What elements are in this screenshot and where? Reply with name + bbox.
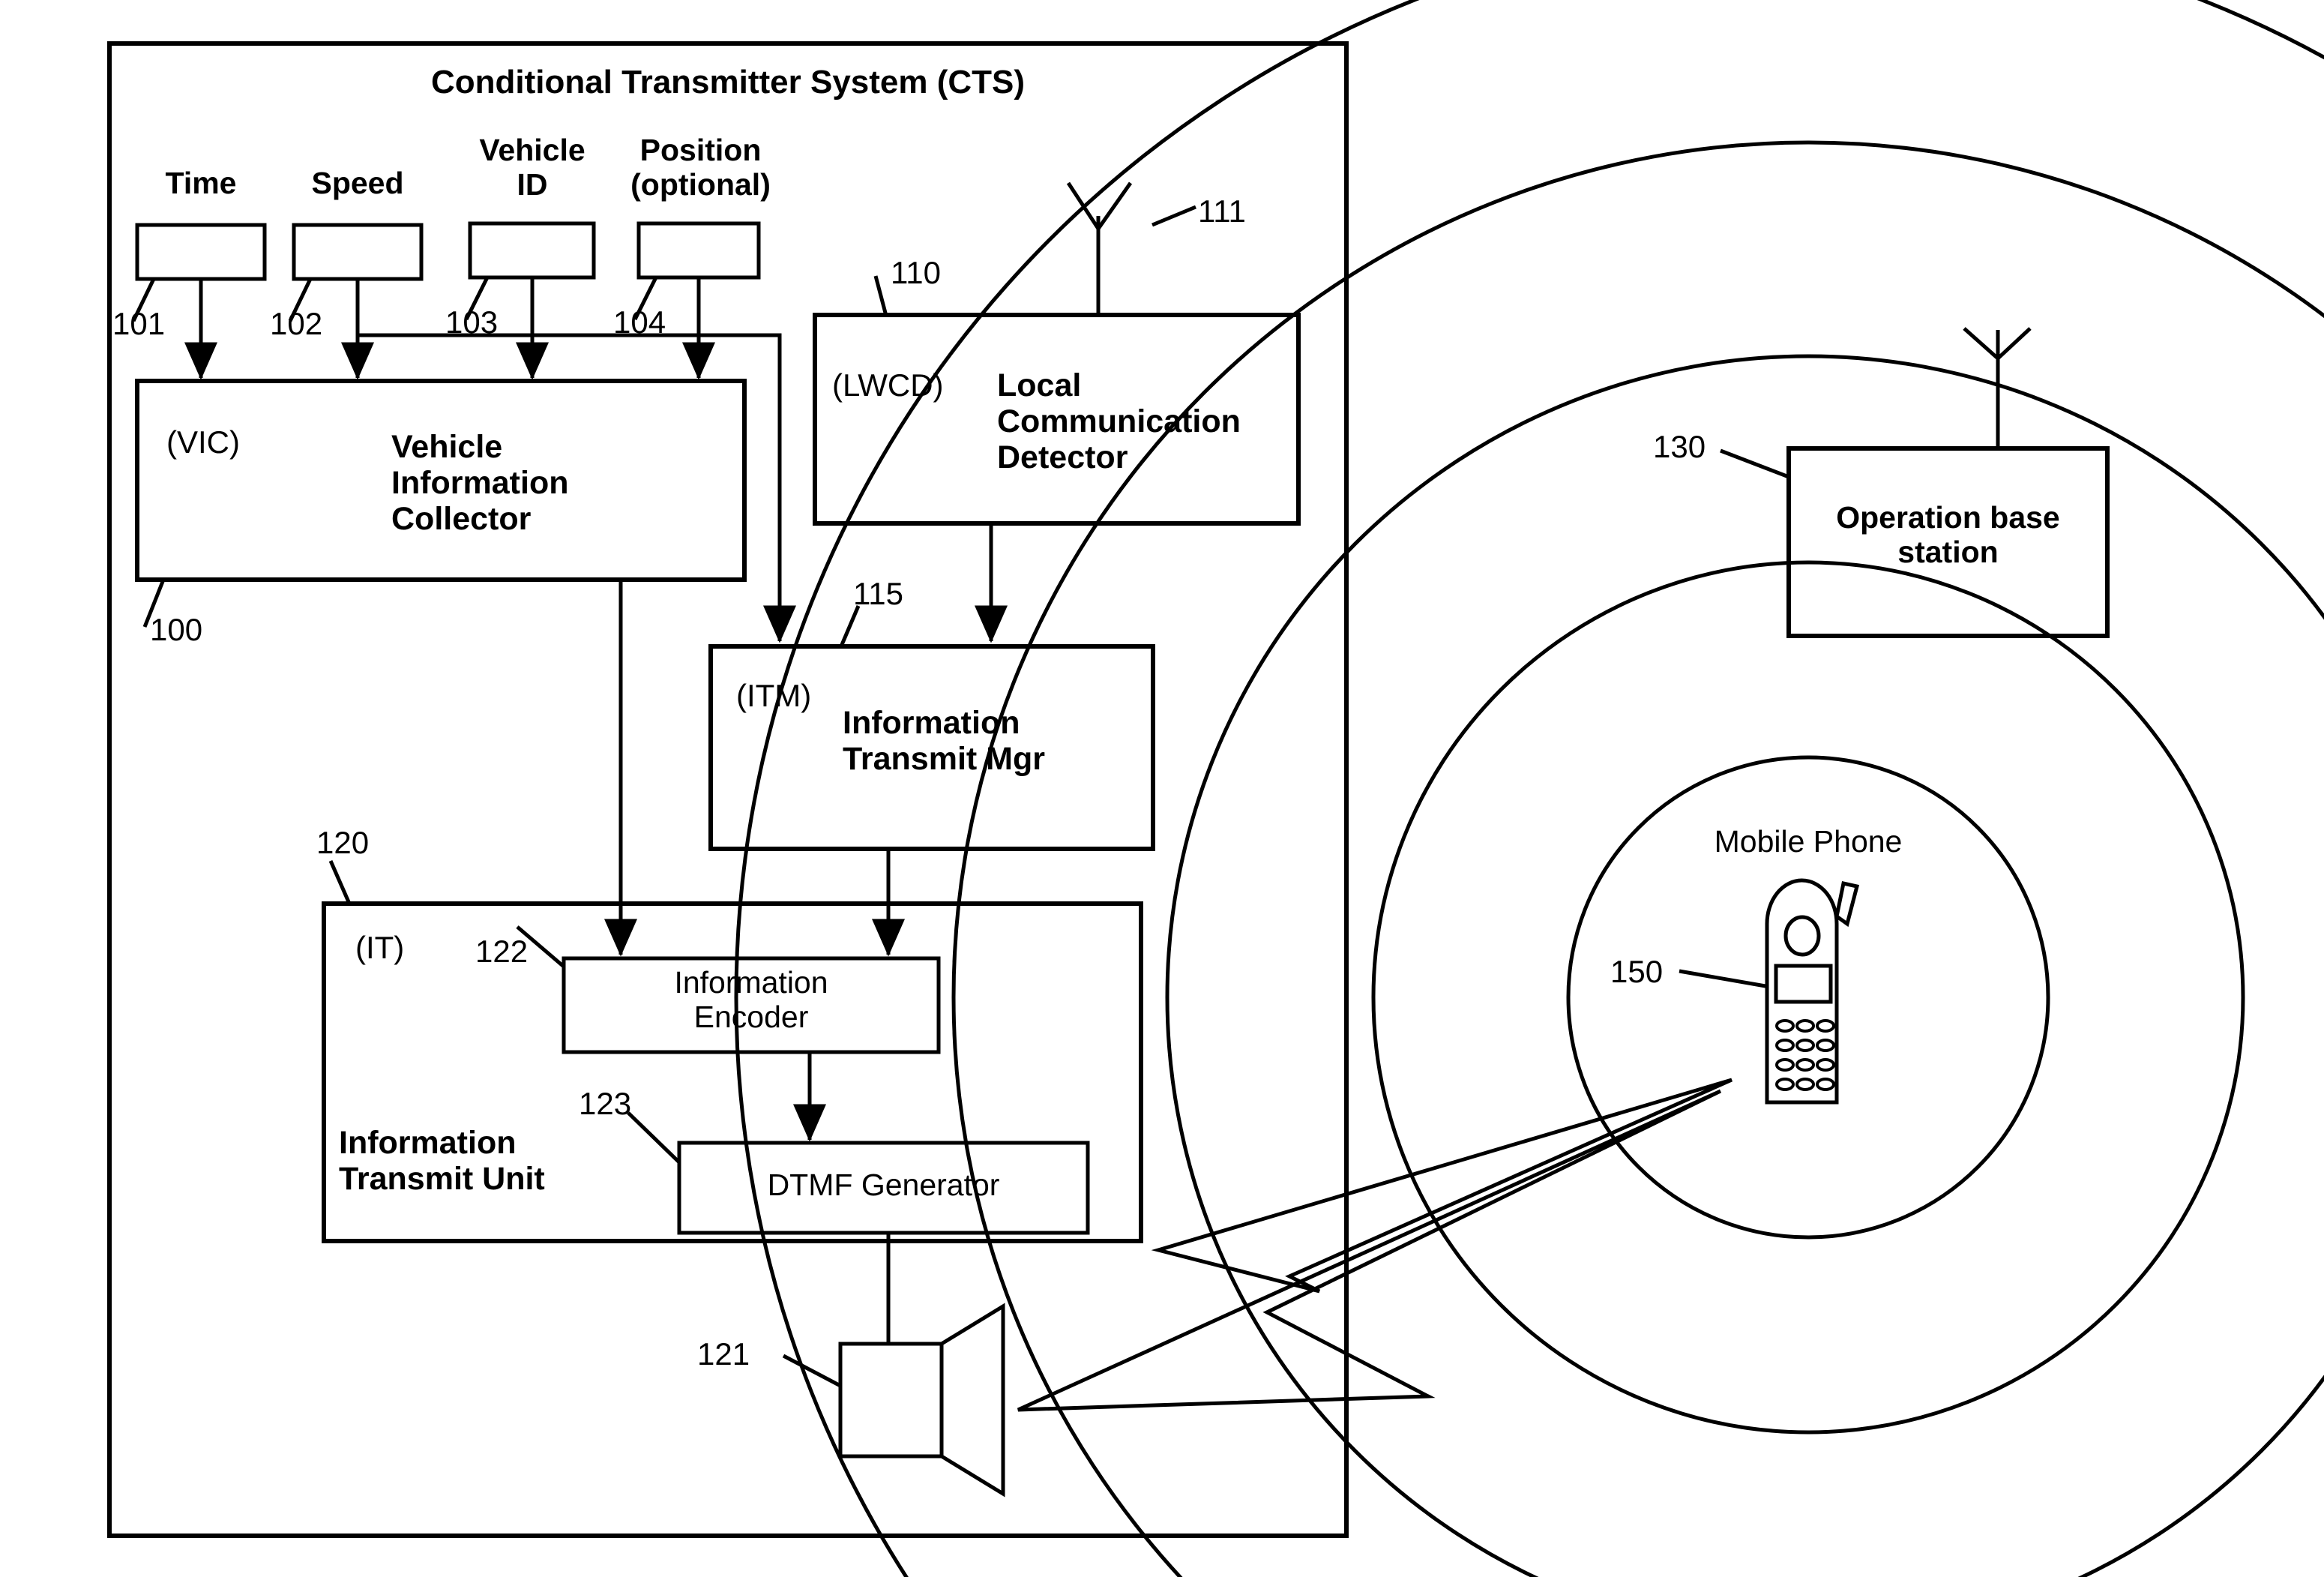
mobile-phone-earpiece — [1783, 915, 1821, 957]
page-title: Conditional Transmitter System (CTS) — [430, 64, 1026, 100]
ref-number-101: 101 — [112, 306, 166, 341]
encoder-block-name: Information Encoder — [674, 965, 828, 1034]
wave-circle-4 — [951, 140, 2324, 1577]
leader-111 — [1152, 205, 1196, 227]
base-antenna-left — [1963, 327, 1999, 360]
ref-number-103: 103 — [445, 304, 499, 340]
itm-block-name: Information Transmit Mgr — [843, 705, 1045, 778]
it-abbrev: (IT) — [355, 930, 405, 965]
mobile-key — [1775, 1039, 1795, 1052]
ref-number-120: 120 — [316, 825, 370, 860]
speaker-cone — [939, 1303, 1005, 1498]
leader-123 — [627, 1111, 681, 1164]
mobile-phone-display — [1774, 964, 1833, 1004]
mobile-key — [1816, 1039, 1835, 1052]
mobile-phone-antenna — [1834, 881, 1860, 928]
wave-circle-2 — [1371, 560, 2245, 1435]
input-label-speed: Speed — [311, 166, 404, 200]
base-antenna-right — [1996, 327, 2032, 360]
ref-number-123: 123 — [579, 1086, 632, 1121]
leader-115 — [839, 605, 861, 647]
leader-110 — [873, 275, 888, 316]
diagram-linework — [107, 0, 2324, 1577]
lwcd-block-name: Local Communication Detector — [997, 367, 1241, 476]
patent-figure-canvas: Conditional Transmitter System (CTS) Tim… — [0, 0, 2324, 1577]
ref-number-110: 110 — [891, 255, 941, 290]
ref-number-122: 122 — [475, 934, 529, 969]
mobile-key — [1775, 1058, 1795, 1072]
ref-number-102: 102 — [270, 306, 323, 341]
mobile-key — [1795, 1019, 1815, 1033]
input-label-time: Time — [165, 166, 237, 200]
dtmf-block-name: DTMF Generator — [767, 1168, 1000, 1202]
vic-abbrev: (VIC) — [166, 424, 240, 460]
input-box-position — [636, 221, 761, 280]
mobile-key — [1816, 1078, 1835, 1091]
ref-number-111: 111 — [1198, 193, 1246, 229]
mobile-key — [1795, 1078, 1815, 1091]
ref-number-104: 104 — [613, 304, 666, 340]
mobile-key — [1795, 1039, 1815, 1052]
input-label-position: Position (optional) — [630, 133, 771, 202]
base-station-name: Operation base station — [1836, 500, 2060, 569]
mobile-phone-label: Mobile Phone — [1714, 824, 1903, 859]
mobile-key — [1816, 1019, 1835, 1033]
mobile-key — [1816, 1058, 1835, 1072]
wave-circle-5 — [734, 0, 2324, 1577]
ref-number-121: 121 — [697, 1336, 750, 1372]
leader-121 — [782, 1354, 842, 1388]
it-block-name: Information Transmit Unit — [339, 1125, 545, 1198]
input-box-time — [135, 223, 267, 281]
lwcd-abbrev: (LWCD) — [832, 367, 944, 403]
input-box-speed — [292, 223, 424, 281]
ref-number-100: 100 — [150, 612, 203, 647]
vic-block-name: Vehicle Information Collector — [391, 429, 569, 538]
wave-circle-3 — [1165, 354, 2324, 1577]
leader-120 — [328, 859, 352, 905]
mobile-key — [1775, 1019, 1795, 1033]
ref-number-150: 150 — [1610, 954, 1664, 989]
leader-130 — [1720, 448, 1789, 479]
speaker-body — [838, 1342, 944, 1459]
leader-150 — [1679, 969, 1766, 988]
input-box-vehicleid — [468, 221, 596, 280]
itm-abbrev: (ITM) — [736, 678, 812, 713]
ref-number-130: 130 — [1653, 429, 1706, 464]
acoustic-beam-upper — [1151, 1078, 1733, 1294]
mobile-key — [1795, 1058, 1815, 1072]
mobile-key — [1775, 1078, 1795, 1091]
acoustic-beam-lower — [1017, 1089, 1722, 1412]
ref-number-115: 115 — [853, 576, 903, 611]
input-label-vehicle-id: Vehicle ID — [479, 133, 585, 202]
